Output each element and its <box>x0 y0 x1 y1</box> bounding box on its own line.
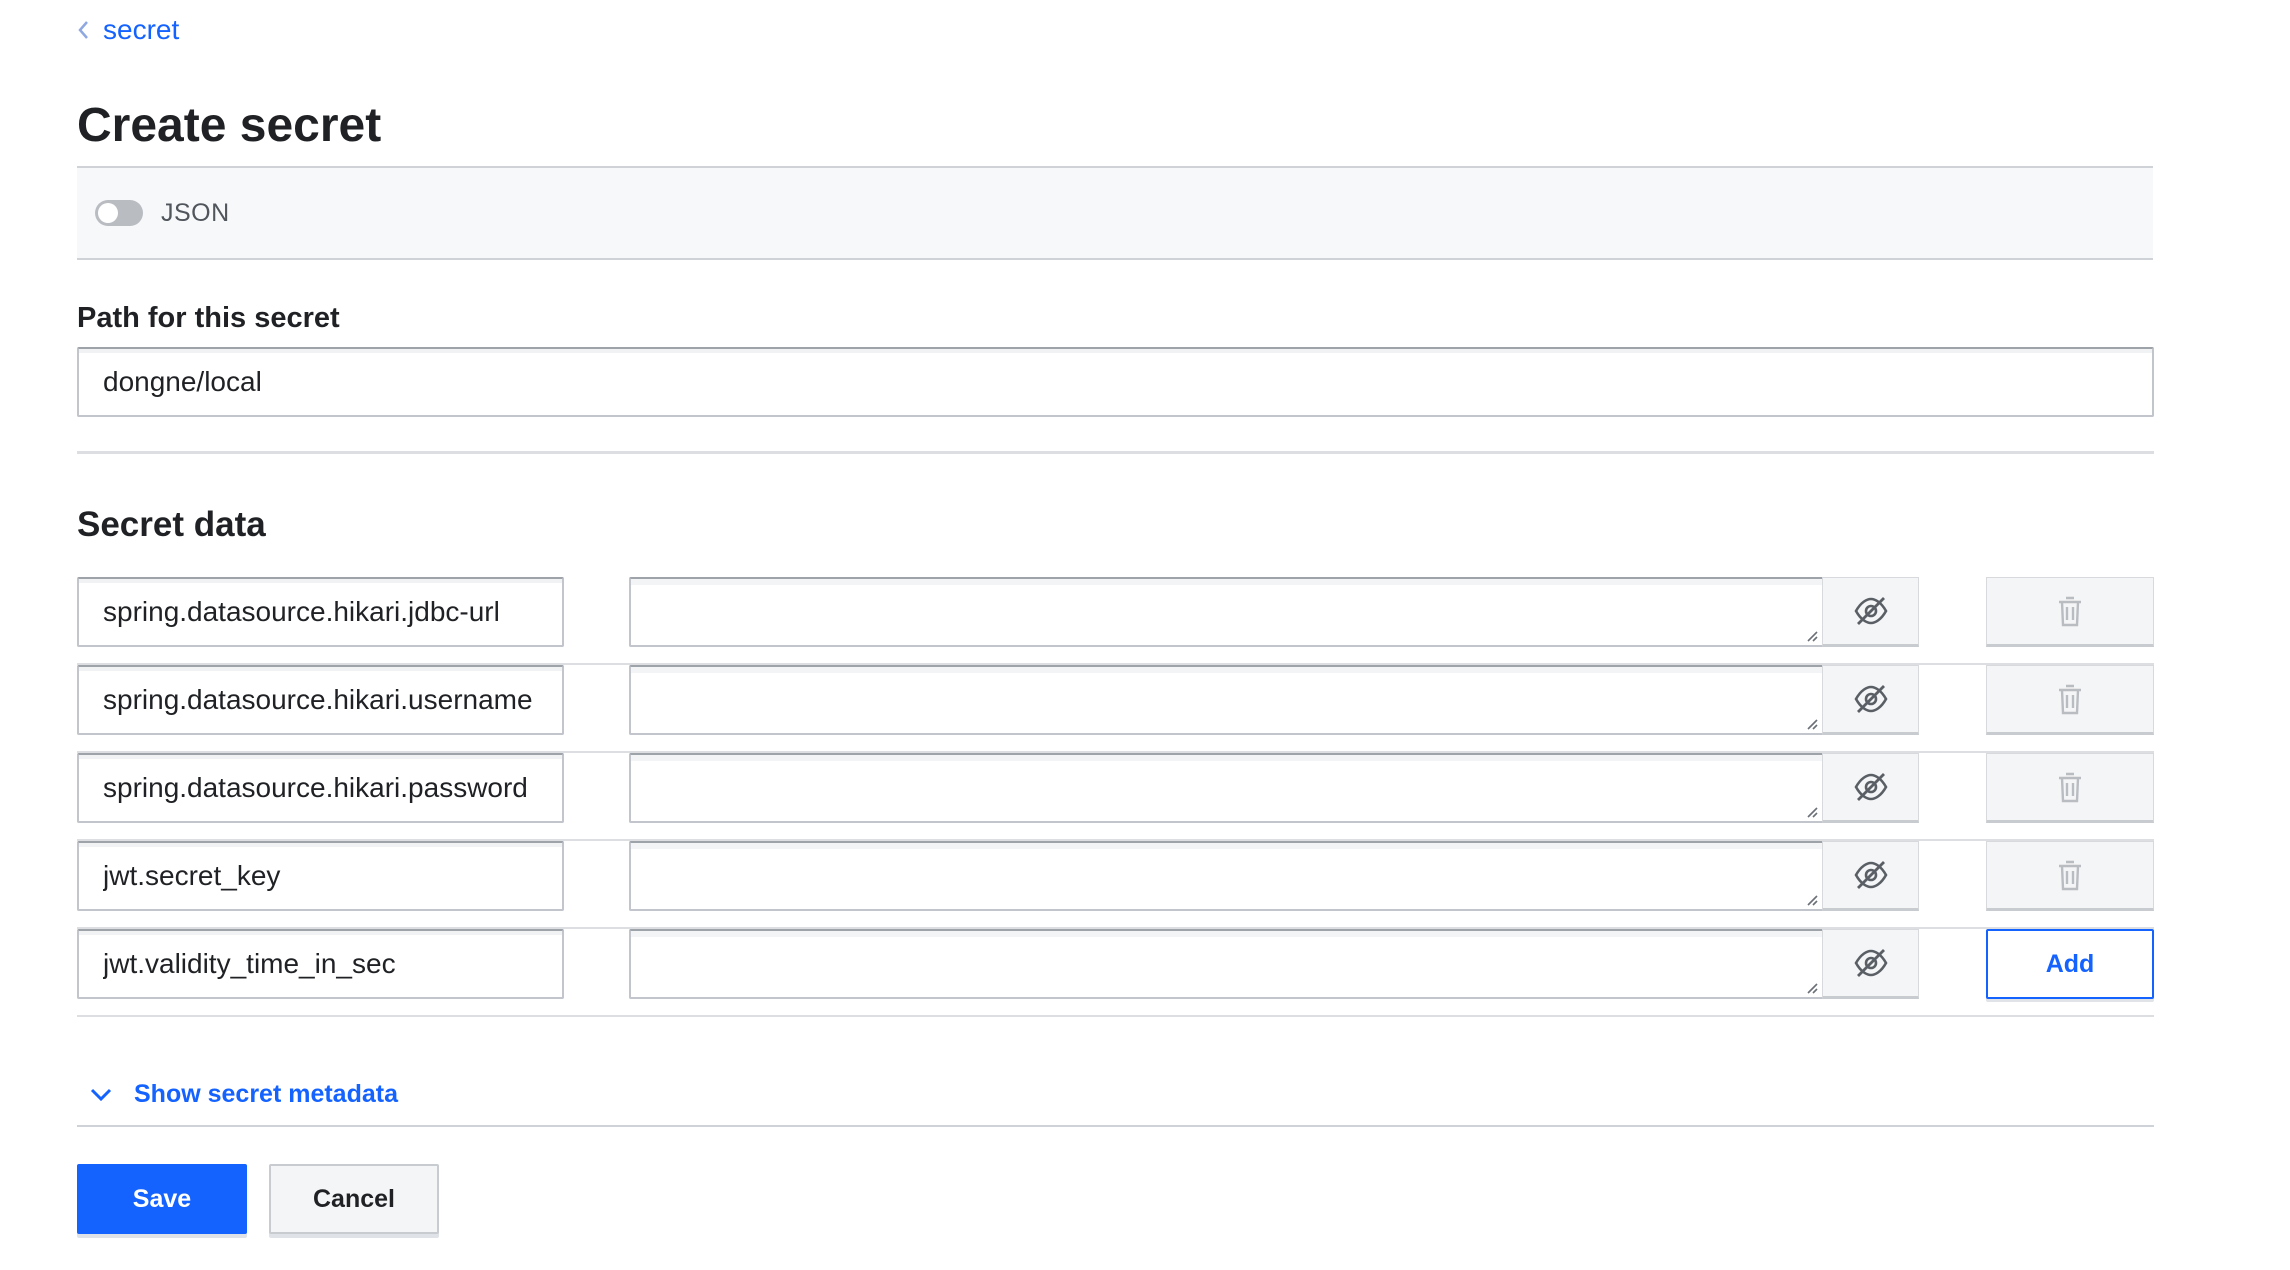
cancel-button[interactable]: Cancel <box>269 1164 439 1234</box>
delete-row-button[interactable] <box>1986 841 2154 911</box>
path-input[interactable] <box>77 347 2154 417</box>
metadata-divider <box>77 1125 2154 1127</box>
page-title: Create secret <box>77 99 382 152</box>
delete-row-button[interactable] <box>1986 665 2154 735</box>
resize-grip-icon[interactable] <box>1804 628 1818 642</box>
secret-data-row <box>77 577 2154 665</box>
save-button[interactable]: Save <box>77 1164 247 1234</box>
toggle-visibility-button[interactable] <box>1822 929 1919 999</box>
trash-icon <box>2057 683 2083 715</box>
toggle-knob <box>98 203 118 223</box>
show-metadata-toggle[interactable]: Show secret metadata <box>90 1080 398 1109</box>
delete-row-button[interactable] <box>1986 577 2154 647</box>
secret-value-textarea[interactable] <box>629 753 1824 823</box>
show-metadata-label: Show secret metadata <box>134 1080 398 1108</box>
secret-key-input[interactable] <box>77 929 564 999</box>
trash-icon <box>2057 771 2083 803</box>
trash-icon <box>2057 859 2083 891</box>
secret-data-row <box>77 753 2154 841</box>
secret-value-textarea[interactable] <box>629 929 1824 999</box>
secret-value-textarea[interactable] <box>629 841 1824 911</box>
trash-icon <box>2057 595 2083 627</box>
resize-grip-icon[interactable] <box>1804 892 1818 906</box>
eye-off-icon <box>1854 948 1888 978</box>
toggle-visibility-button[interactable] <box>1822 665 1919 735</box>
json-toggle[interactable] <box>95 200 143 226</box>
secret-value-textarea[interactable] <box>629 665 1824 735</box>
secret-key-input[interactable] <box>77 753 564 823</box>
secret-data-row <box>77 841 2154 929</box>
toggle-visibility-button[interactable] <box>1822 753 1919 823</box>
secret-value-textarea[interactable] <box>629 577 1824 647</box>
secret-data-row <box>77 665 2154 753</box>
chevron-left-icon <box>78 21 88 39</box>
eye-off-icon <box>1854 860 1888 890</box>
breadcrumb-link[interactable]: secret <box>77 14 179 46</box>
json-toolbar: JSON <box>77 166 2153 260</box>
add-row-button[interactable]: Add <box>1986 929 2154 999</box>
toggle-visibility-button[interactable] <box>1822 577 1919 647</box>
delete-row-button[interactable] <box>1986 753 2154 823</box>
resize-grip-icon[interactable] <box>1804 716 1818 730</box>
secret-key-input[interactable] <box>77 841 564 911</box>
secret-key-input[interactable] <box>77 577 564 647</box>
secret-data-row: Add <box>77 929 2154 1017</box>
json-toggle-label: JSON <box>161 198 230 227</box>
resize-grip-icon[interactable] <box>1804 804 1818 818</box>
eye-off-icon <box>1854 684 1888 714</box>
path-label: Path for this secret <box>77 302 340 334</box>
chevron-down-icon <box>90 1088 112 1101</box>
breadcrumb-label: secret <box>103 14 180 45</box>
secret-data-title: Secret data <box>77 505 266 544</box>
resize-grip-icon[interactable] <box>1804 980 1818 994</box>
toggle-visibility-button[interactable] <box>1822 841 1919 911</box>
secret-key-input[interactable] <box>77 665 564 735</box>
eye-off-icon <box>1854 596 1888 626</box>
section-divider <box>77 451 2154 454</box>
eye-off-icon <box>1854 772 1888 802</box>
